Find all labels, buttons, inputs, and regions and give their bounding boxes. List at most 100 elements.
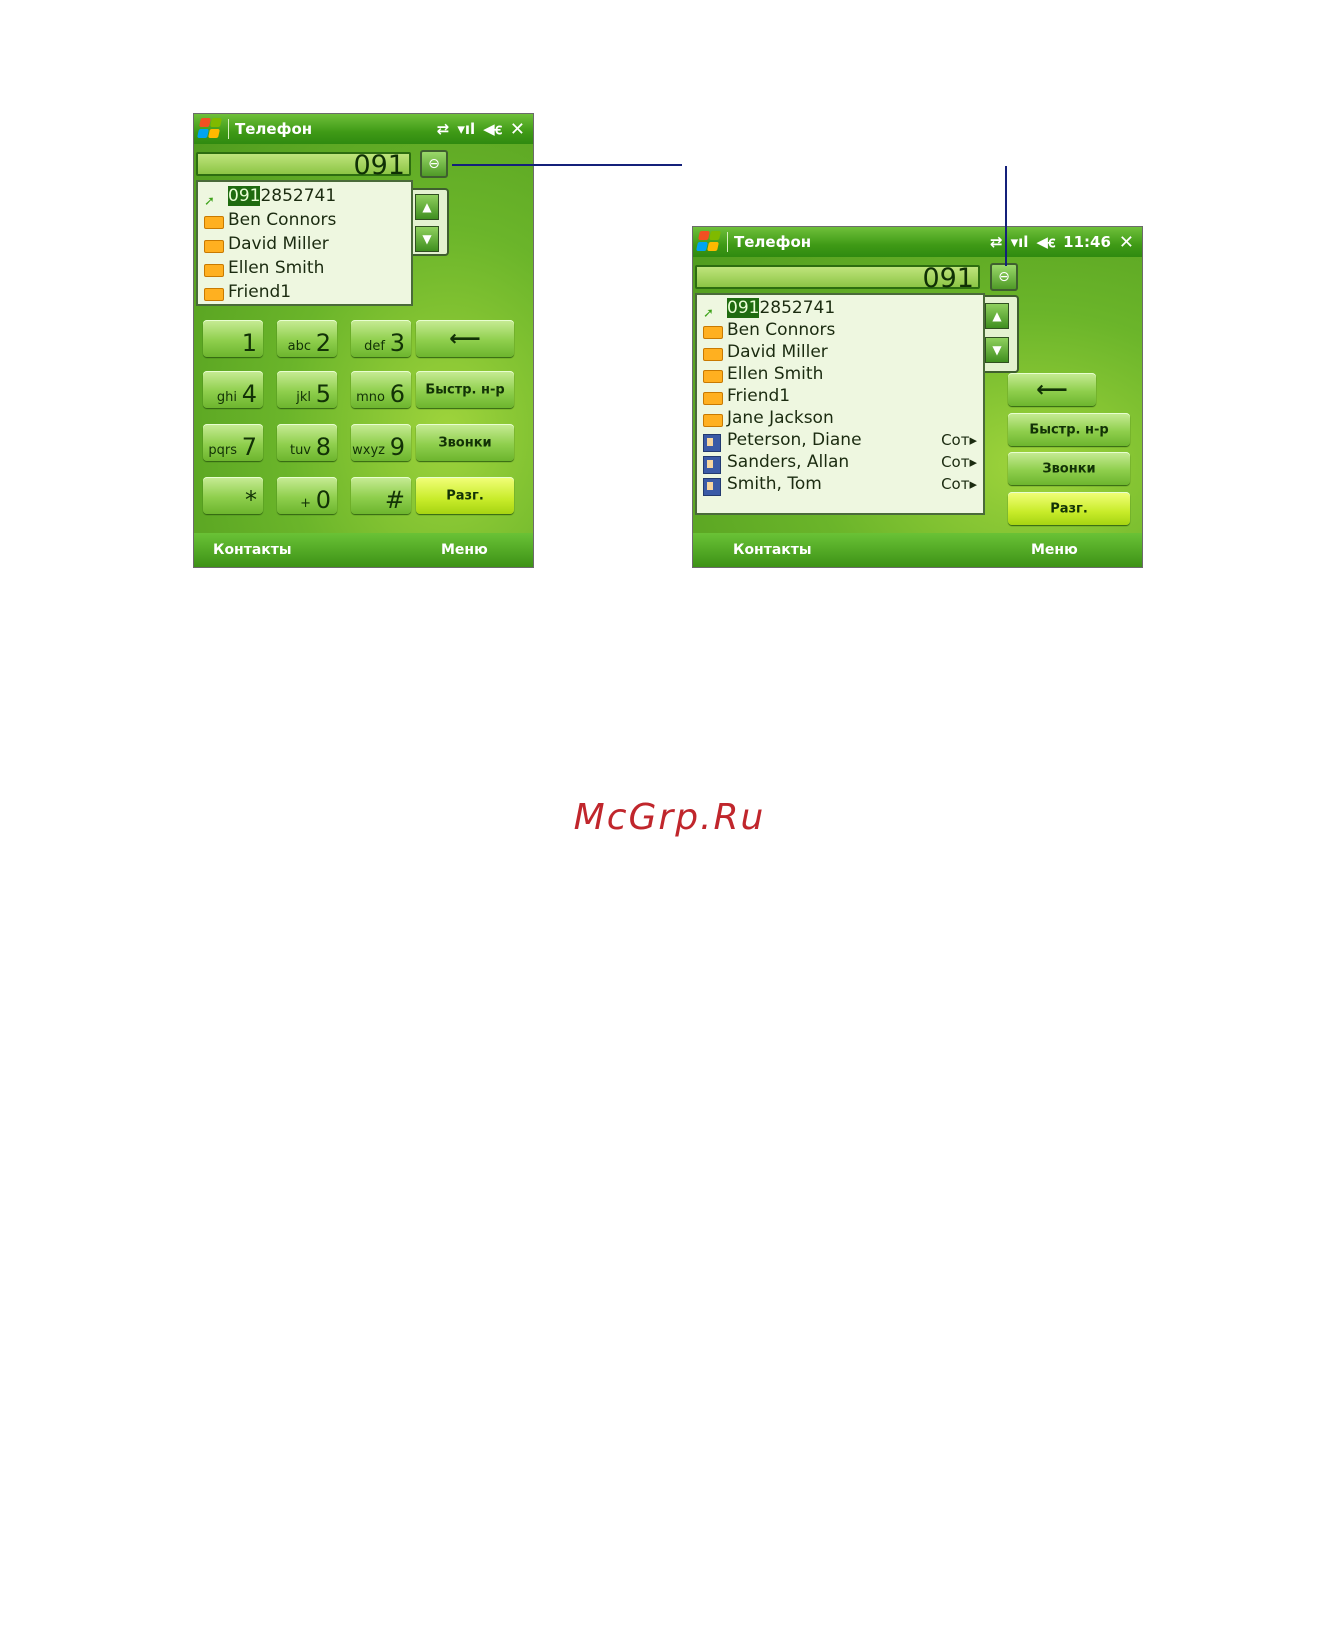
contacts-softkey[interactable]: Контакты bbox=[213, 542, 292, 558]
key-letters: wxyz bbox=[352, 443, 385, 458]
speaker-icon[interactable]: ◀ꞓ bbox=[483, 119, 502, 139]
list-item[interactable]: Smith, Tom Сот▸ bbox=[697, 473, 983, 496]
sync-icon[interactable]: ⇄ bbox=[990, 233, 1003, 251]
smart-dial-list: ➚ 0912852741 Ben Connors David Miller Ellen … bbox=[695, 293, 985, 515]
key-letters: mno bbox=[356, 390, 385, 405]
dial-key[interactable]: 0 + bbox=[277, 477, 337, 514]
sim-contact-icon bbox=[703, 368, 723, 383]
list-item-name: 0912852741 bbox=[727, 298, 983, 318]
list-item[interactable]: David Miller bbox=[697, 341, 983, 363]
dial-key[interactable]: 1 bbox=[203, 320, 263, 357]
call-history-button[interactable]: Звонки bbox=[416, 424, 514, 461]
dial-key[interactable]: 3 def bbox=[351, 320, 411, 357]
scroll-down-button[interactable]: ▼ bbox=[985, 337, 1009, 363]
key-digit: 2 bbox=[315, 329, 331, 357]
list-item-name: Sanders, Allan bbox=[727, 452, 941, 472]
list-item[interactable]: Friend1 bbox=[198, 280, 411, 304]
start-menu-icon[interactable] bbox=[197, 117, 224, 141]
key-digit: # bbox=[384, 486, 405, 514]
dial-key[interactable]: 5 jkl bbox=[277, 371, 337, 408]
number-type-label[interactable]: Сот▸ bbox=[941, 475, 977, 493]
speaker-icon[interactable]: ◀ꞓ bbox=[1036, 232, 1055, 252]
dial-key[interactable]: # bbox=[351, 477, 411, 514]
dial-key[interactable]: * bbox=[203, 477, 263, 514]
list-item[interactable]: Ben Connors bbox=[697, 319, 983, 341]
scroll-up-button[interactable]: ▲ bbox=[415, 194, 439, 220]
menu-softkey[interactable]: Меню bbox=[1031, 542, 1078, 558]
scroll-down-button[interactable]: ▼ bbox=[415, 226, 439, 252]
collapse-list-button[interactable]: ⊖ bbox=[990, 263, 1018, 291]
chevron-right-icon: ▸ bbox=[969, 453, 977, 471]
dial-key[interactable]: 6 mno bbox=[351, 371, 411, 408]
contacts-softkey[interactable]: Контакты bbox=[733, 542, 812, 558]
sim-contact-icon bbox=[204, 214, 224, 229]
close-icon[interactable]: ✕ bbox=[510, 119, 525, 140]
dial-key[interactable]: 4 ghi bbox=[203, 371, 263, 408]
backspace-label: ⟵ bbox=[1036, 377, 1068, 402]
list-item-name: 0912852741 bbox=[228, 186, 411, 206]
signal-icon[interactable]: ▾ıl bbox=[457, 120, 475, 138]
list-item-name: Ben Connors bbox=[727, 320, 983, 340]
callout-line-right bbox=[1005, 166, 1007, 266]
watermark: McGrp.Ru bbox=[573, 797, 766, 838]
call-history-icon: ➚ bbox=[204, 193, 215, 209]
list-item[interactable]: Ben Connors bbox=[198, 208, 411, 232]
sync-icon[interactable]: ⇄ bbox=[437, 120, 450, 138]
backspace-button[interactable]: ⟵ bbox=[416, 320, 514, 357]
number-type-label[interactable]: Сот▸ bbox=[941, 431, 977, 449]
call-history-button[interactable]: Звонки bbox=[1008, 452, 1130, 485]
key-digit: 5 bbox=[315, 380, 331, 408]
clock[interactable]: 11:46 bbox=[1063, 233, 1111, 251]
dial-key[interactable]: 2 abc bbox=[277, 320, 337, 357]
list-item[interactable]: Ellen Smith bbox=[697, 363, 983, 385]
speed-dial-button[interactable]: Быстр. н-р bbox=[416, 371, 514, 408]
list-item[interactable]: David Miller bbox=[198, 232, 411, 256]
app-title: Телефон bbox=[734, 233, 812, 251]
list-item[interactable]: Ellen Smith bbox=[198, 256, 411, 280]
dialed-number-field[interactable]: 091 bbox=[196, 152, 411, 179]
dial-key[interactable]: 9 wxyz bbox=[351, 424, 411, 461]
backspace-button[interactable]: ⟵ bbox=[1008, 373, 1096, 406]
chevron-right-icon: ▸ bbox=[969, 475, 977, 493]
key-digit: 0 bbox=[315, 486, 331, 514]
menu-softkey[interactable]: Меню bbox=[441, 542, 488, 558]
list-item-text: Friend1 bbox=[228, 282, 292, 302]
list-item[interactable]: Peterson, Diane Сот▸ bbox=[697, 429, 983, 452]
number-type-text: Сот bbox=[941, 453, 970, 471]
list-item-text: 2852741 bbox=[260, 186, 337, 206]
sim-contact-icon bbox=[703, 346, 723, 361]
list-item[interactable]: Friend1 bbox=[697, 385, 983, 407]
key-digit: 4 bbox=[241, 380, 257, 408]
talk-button[interactable]: Разг. bbox=[416, 477, 514, 514]
close-icon[interactable]: ✕ bbox=[1119, 232, 1134, 253]
phone-screen-portrait: Телефон ⇄ ▾ıl ◀ꞓ ✕ 091 ⊖ ▲ ▼ ➚ 0912852741… bbox=[193, 113, 534, 568]
collapse-list-button[interactable]: ⊖ bbox=[420, 150, 448, 178]
list-item[interactable]: ➚ 0912852741 bbox=[198, 184, 411, 208]
signal-icon[interactable]: ▾ıl bbox=[1011, 233, 1029, 251]
sim-contact-icon bbox=[703, 324, 723, 339]
speed-dial-button[interactable]: Быстр. н-р bbox=[1008, 413, 1130, 446]
list-item[interactable]: Sanders, Allan Сот▸ bbox=[697, 451, 983, 474]
list-item[interactable]: ➚ 0912852741 bbox=[697, 297, 983, 320]
dial-key[interactable]: 7 pqrs bbox=[203, 424, 263, 461]
speed-dial-label: Быстр. н-р bbox=[425, 382, 505, 397]
list-item-text: Friend1 bbox=[727, 386, 791, 406]
start-menu-icon[interactable] bbox=[696, 230, 723, 254]
list-item-text: Smith, Tom bbox=[727, 474, 822, 494]
key-digit: 1 bbox=[241, 329, 257, 357]
list-item-name: Smith, Tom bbox=[727, 474, 941, 494]
key-digit: 6 bbox=[389, 380, 405, 408]
list-item-text: Sanders, Allan bbox=[727, 452, 850, 472]
dialed-number-field[interactable]: 091 bbox=[695, 265, 980, 292]
title-bar: Телефон ⇄ ▾ıl ◀ꞓ 11:46 ✕ bbox=[693, 227, 1142, 257]
scroll-up-button[interactable]: ▲ bbox=[985, 303, 1009, 329]
list-item[interactable]: Jane Jackson bbox=[697, 407, 983, 429]
list-item-text: Peterson, Diane bbox=[727, 430, 862, 450]
list-item-text: David Miller bbox=[727, 342, 828, 362]
number-type-label[interactable]: Сот▸ bbox=[941, 453, 977, 471]
talk-button[interactable]: Разг. bbox=[1008, 492, 1130, 525]
list-item-name: David Miller bbox=[228, 234, 411, 254]
dial-key[interactable]: 8 tuv bbox=[277, 424, 337, 461]
list-item-name: Friend1 bbox=[228, 282, 411, 302]
title-separator bbox=[228, 119, 229, 139]
